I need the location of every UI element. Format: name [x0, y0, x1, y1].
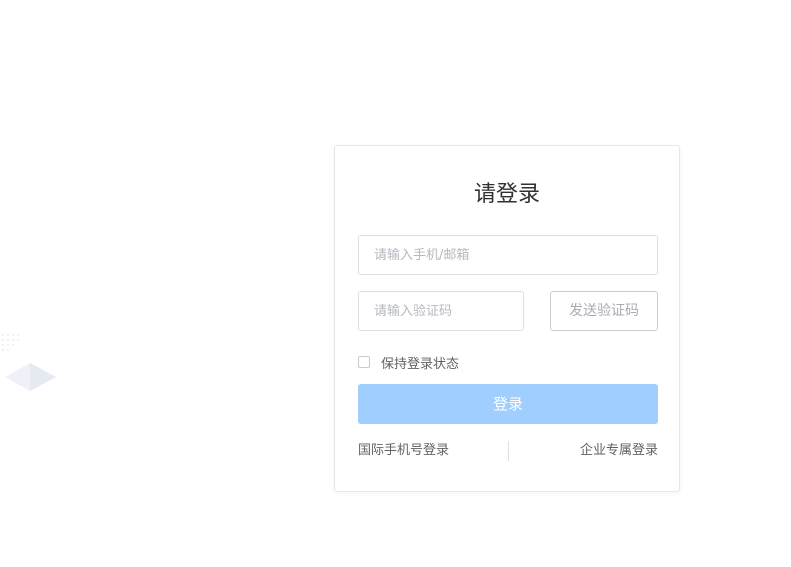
link-divider [508, 441, 509, 461]
background-decoration [1, 333, 56, 391]
remember-login-row: 保持登录状态 [358, 353, 459, 372]
login-card: 请登录 发送验证码 保持登录状态 登录 国际手机号登录 企业专属登录 [334, 145, 680, 492]
send-code-button[interactable]: 发送验证码 [550, 291, 658, 331]
login-page: 请登录 发送验证码 保持登录状态 登录 国际手机号登录 企业专属登录 [0, 0, 791, 567]
alternative-login-links: 国际手机号登录 企业专属登录 [358, 440, 658, 462]
enterprise-login-link[interactable]: 企业专属登录 [580, 440, 658, 462]
verification-code-input[interactable] [358, 291, 524, 331]
login-title: 请登录 [473, 182, 540, 207]
remember-login-checkbox[interactable] [358, 356, 370, 368]
account-input[interactable] [358, 235, 658, 275]
login-button[interactable]: 登录 [358, 384, 658, 424]
international-phone-login-link[interactable]: 国际手机号登录 [358, 440, 449, 462]
remember-login-label[interactable]: 保持登录状态 [381, 353, 459, 372]
